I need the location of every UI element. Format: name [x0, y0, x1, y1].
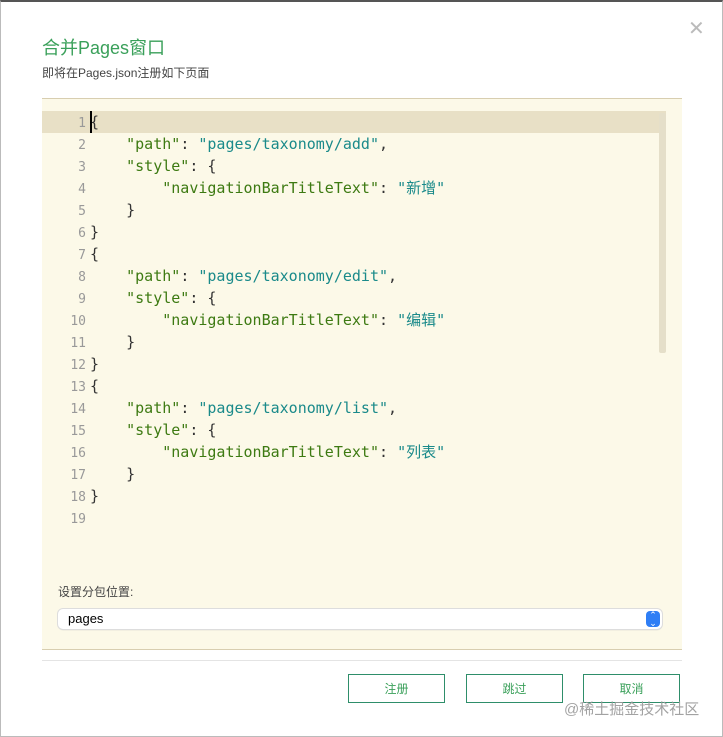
code-line: 14 "path": "pages/taxonomy/list",	[42, 397, 666, 419]
text-cursor	[90, 111, 92, 133]
code-token: :	[180, 267, 199, 285]
code-line: 5 }	[42, 199, 666, 221]
code-line: 1{	[42, 111, 666, 133]
code-token: "path"	[126, 267, 181, 285]
code-token: :	[379, 443, 398, 461]
code-token: "编辑"	[397, 311, 446, 329]
code-token: }	[90, 201, 136, 219]
line-number: 3	[78, 160, 86, 175]
line-number: 10	[70, 314, 86, 329]
code-token: }	[90, 465, 136, 483]
code-token: "path"	[126, 399, 181, 417]
content-panel: 1{2 "path": "pages/taxonomy/add", 3 "styl…	[42, 98, 682, 650]
code-token: "navigationBarTitleText"	[162, 179, 379, 197]
code-token: : {	[189, 157, 217, 175]
dialog-title: 合并Pages窗口	[42, 38, 166, 58]
code-line: 4 "navigationBarTitleText": "新增"	[42, 177, 666, 199]
code-line: 6}	[42, 221, 666, 243]
skip-button[interactable]: 跳过	[466, 674, 563, 703]
line-number: 5	[78, 204, 86, 219]
code-line: 11 }	[42, 331, 666, 353]
code-token: "pages/taxonomy/list"	[198, 399, 389, 417]
divider	[42, 660, 682, 661]
subpackage-select[interactable]: pages ⌃ ⌄	[58, 609, 662, 629]
line-number: 19	[70, 512, 86, 527]
subpackage-label: 设置分包位置:	[58, 585, 134, 599]
code-line: 15 "style": {	[42, 419, 666, 441]
code-line: 19	[42, 507, 666, 529]
line-number: 16	[70, 446, 86, 461]
code-token: }	[90, 333, 136, 351]
code-token: :	[180, 135, 199, 153]
code-token: "style"	[126, 157, 190, 175]
line-number: 13	[70, 380, 86, 395]
line-number: 9	[78, 292, 86, 307]
close-icon[interactable]: ✕	[688, 16, 705, 41]
code-line: 7{	[42, 243, 666, 265]
code-token: "style"	[126, 421, 190, 439]
code-line: 16 "navigationBarTitleText": "列表"	[42, 441, 666, 463]
code-token: ,	[388, 399, 398, 417]
line-number: 14	[70, 402, 86, 417]
code-token: {	[90, 377, 100, 395]
code-line: 17 }	[42, 463, 666, 485]
code-token: : {	[189, 289, 217, 307]
dialog-subtitle: 即将在Pages.json注册如下页面	[42, 66, 210, 80]
code-line: 3 "style": {	[42, 155, 666, 177]
code-token: "列表"	[397, 443, 446, 461]
code-line: 8 "path": "pages/taxonomy/edit",	[42, 265, 666, 287]
watermark: @稀土掘金技术社区	[564, 701, 700, 718]
code-editor[interactable]: 1{2 "path": "pages/taxonomy/add", 3 "styl…	[42, 111, 672, 531]
subpackage-value: pages	[68, 611, 104, 626]
code-token: "style"	[126, 289, 190, 307]
line-number: 17	[70, 468, 86, 483]
code-line: 9 "style": {	[42, 287, 666, 309]
line-number: 18	[70, 490, 86, 505]
line-number: 1	[78, 116, 86, 131]
line-number: 12	[70, 358, 86, 373]
line-number: 7	[78, 248, 86, 263]
code-line: 10 "navigationBarTitleText": "编辑"	[42, 309, 666, 331]
code-token: "pages/taxonomy/edit"	[198, 267, 389, 285]
code-token: "path"	[126, 135, 181, 153]
code-token: }	[90, 223, 100, 241]
register-button[interactable]: 注册	[348, 674, 445, 703]
code-token: :	[379, 179, 398, 197]
code-token: ,	[388, 267, 398, 285]
line-number: 8	[78, 270, 86, 285]
line-number: 6	[78, 226, 86, 241]
code-token: :	[180, 399, 199, 417]
code-token: : {	[189, 421, 217, 439]
code-token: ,	[379, 135, 389, 153]
code-token: :	[379, 311, 398, 329]
code-token: "navigationBarTitleText"	[162, 311, 379, 329]
code-token: }	[90, 355, 100, 373]
line-number: 2	[78, 138, 86, 153]
code-line: 2 "path": "pages/taxonomy/add",	[42, 133, 666, 155]
line-number: 11	[70, 336, 86, 351]
editor-scrollbar[interactable]	[659, 113, 666, 353]
code-token: "navigationBarTitleText"	[162, 443, 379, 461]
code-line: 18}	[42, 485, 666, 507]
code-token: {	[90, 245, 100, 263]
code-token: "pages/taxonomy/add"	[198, 135, 379, 153]
line-number: 15	[70, 424, 86, 439]
code-line: 13 {	[42, 375, 666, 397]
code-token: }	[90, 487, 100, 505]
line-number: 4	[78, 182, 86, 197]
code-line: 12}	[42, 353, 666, 375]
chevron-up-down-icon: ⌃ ⌄	[646, 611, 660, 628]
code-token: "新增"	[397, 179, 446, 197]
